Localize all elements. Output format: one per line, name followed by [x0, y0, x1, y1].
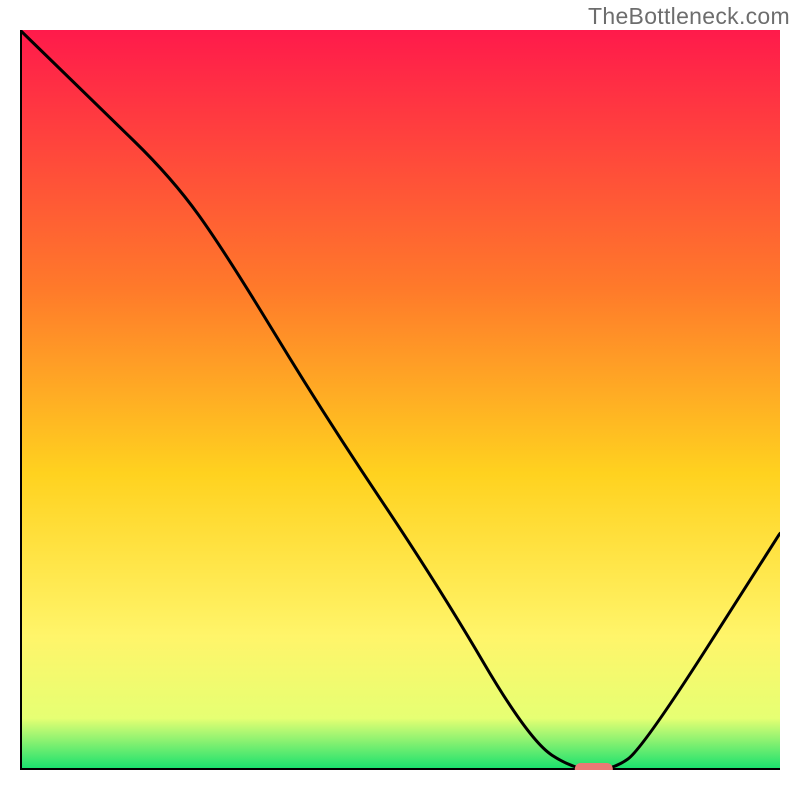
- watermark-text: TheBottleneck.com: [588, 3, 790, 30]
- chart-area: [20, 30, 780, 770]
- chart-svg: [20, 30, 780, 770]
- optimal-range-marker: [575, 763, 613, 770]
